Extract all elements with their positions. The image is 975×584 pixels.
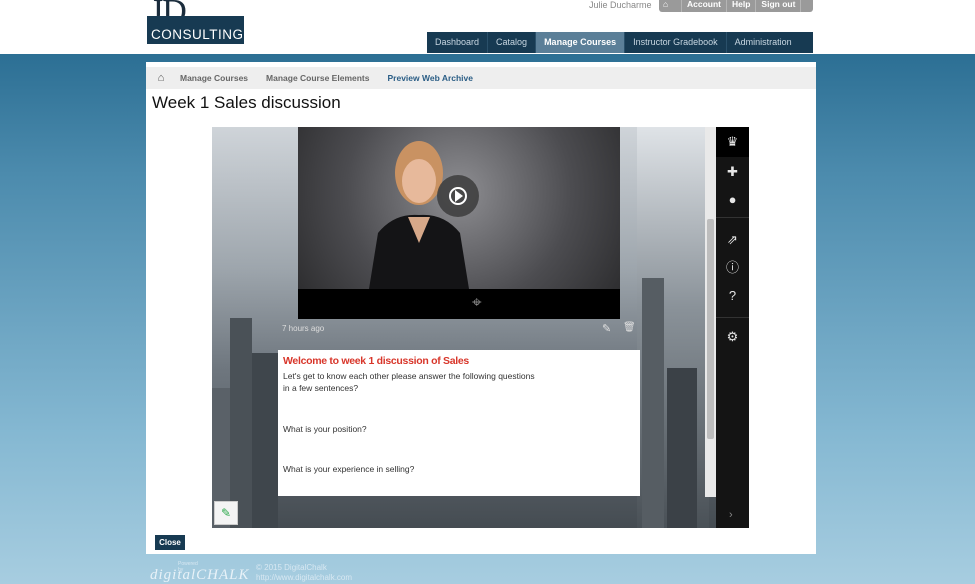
close-button[interactable]: Close (155, 535, 185, 550)
video-controls[interactable] (298, 289, 620, 319)
post-timestamp: 7 hours ago (282, 324, 325, 333)
city-background-tower (667, 368, 697, 528)
brand-text: digitalCHALK (150, 567, 250, 583)
footer-url[interactable]: http://www.digitalchalk.com (256, 573, 352, 583)
discussion-post: Welcome to week 1 discussion of Sales Le… (278, 350, 640, 496)
post-question-2: What is your experience in selling? (283, 464, 415, 474)
scrollbar[interactable] (705, 127, 716, 497)
compose-pencil-icon[interactable]: ✎ (214, 501, 238, 525)
logo-word: CONSULTING (151, 27, 244, 42)
chevron-right-icon[interactable]: › (729, 509, 733, 521)
post-intro-line-2: in a few sentences? (283, 383, 359, 393)
crown-icon[interactable]: ♛ (716, 127, 749, 157)
video-player[interactable]: ⌖ (298, 127, 620, 319)
sidebar-divider (716, 217, 749, 218)
tab-manage-courses[interactable]: Manage Courses (536, 32, 626, 53)
tab-instructor-gradebook[interactable]: Instructor Gradebook (625, 32, 727, 53)
plus-icon[interactable]: ✚ (716, 161, 749, 183)
tab-administration[interactable]: Administration (727, 32, 800, 53)
breadcrumb-manage-course-elements[interactable]: Manage Course Elements (262, 73, 383, 83)
share-icon[interactable]: ⇗ (716, 229, 749, 251)
sidebar-divider (716, 317, 749, 318)
copyright-text: © 2015 DigitalChalk (256, 563, 327, 572)
play-icon[interactable] (437, 175, 479, 217)
help-icon[interactable]: ? (716, 285, 749, 307)
company-logo[interactable]: JD CONSULTING (147, 0, 244, 44)
help-link[interactable]: Help (727, 0, 757, 12)
city-background-tower (252, 353, 278, 528)
home-icon[interactable]: ⌂ (659, 0, 682, 12)
tab-catalog[interactable]: Catalog (488, 32, 537, 53)
city-background-tower (230, 318, 252, 528)
discussion-stage: ⌖ 7 hours ago ✎ 🗑 Welcome to week 1 disc… (212, 127, 749, 528)
account-bar: ⌂ Account Help Sign out (659, 0, 813, 12)
user-icon[interactable]: ● (716, 189, 749, 211)
tab-dashboard[interactable]: Dashboard (427, 32, 489, 53)
main-nav: Dashboard Catalog Manage Courses Instruc… (427, 32, 813, 53)
tool-sidebar: ♛ ✚ ● ⇗ ⓘ ? ⚙ › (716, 127, 749, 528)
username: Julie Ducharme (589, 0, 652, 10)
content-panel: ⌂ Manage Courses Manage Course Elements … (146, 62, 816, 554)
info-icon[interactable]: ⓘ (716, 257, 749, 279)
post-intro-line-1: Let's get to know each other please answ… (283, 371, 535, 381)
account-link[interactable]: Account (682, 0, 727, 12)
sign-out-link[interactable]: Sign out (756, 0, 802, 12)
breadcrumb: ⌂ Manage Courses Manage Course Elements … (146, 67, 816, 89)
video-frame (298, 127, 620, 289)
page-title: Week 1 Sales discussion (152, 93, 341, 112)
breadcrumb-manage-courses[interactable]: Manage Courses (176, 73, 262, 83)
edit-post-icon[interactable]: ✎ (602, 322, 611, 335)
post-heading: Welcome to week 1 discussion of Sales (283, 355, 469, 367)
city-background-tower (642, 278, 664, 528)
scrollbar-thumb[interactable] (707, 219, 714, 439)
footer-copyright: © 2015 DigitalChalk http://www.digitalch… (256, 563, 352, 583)
delete-post-icon[interactable]: 🗑 (623, 322, 636, 333)
crosshair-icon[interactable]: ⌖ (472, 294, 482, 312)
breadcrumb-preview-web-archive: Preview Web Archive (387, 73, 473, 83)
gear-icon[interactable]: ⚙ (716, 326, 749, 348)
post-question-1: What is your position? (283, 424, 367, 434)
home-icon[interactable]: ⌂ (146, 72, 176, 84)
